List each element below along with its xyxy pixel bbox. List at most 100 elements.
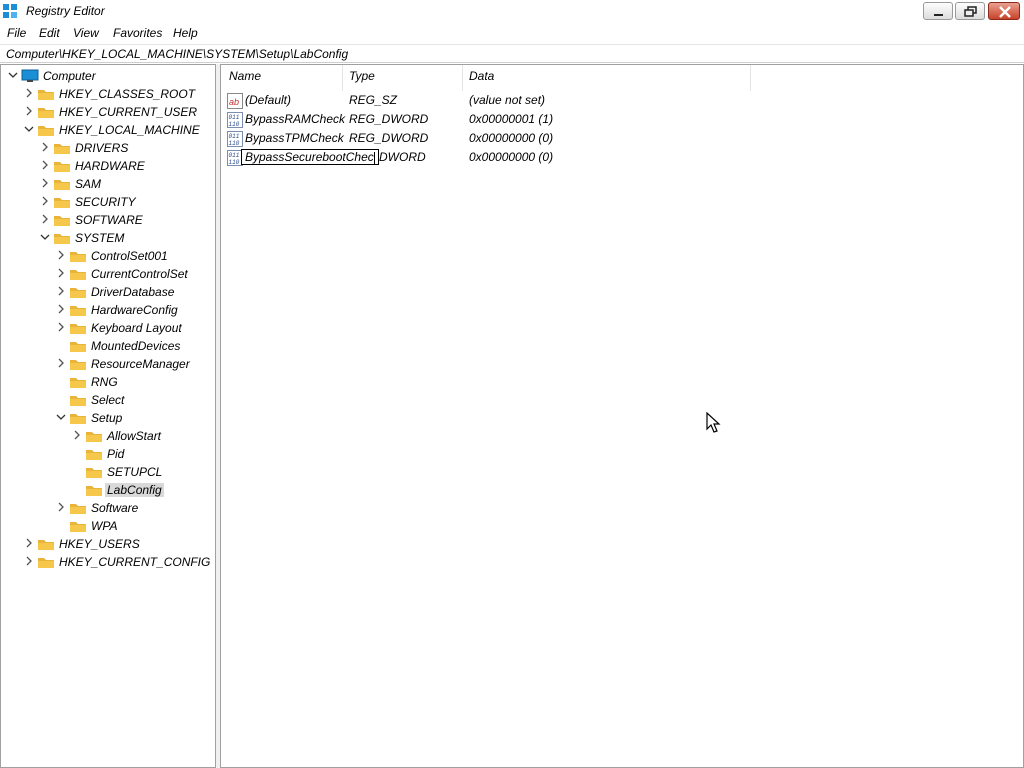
tree-node-select[interactable]: Select [1,391,215,409]
value-row[interactable]: 011 110 BypassTPMCheck REG_DWORD 0x00000… [221,129,821,148]
menu-help[interactable]: Help [173,26,198,40]
tree-node-system[interactable]: SYSTEM [1,229,201,247]
chevron-right-icon[interactable] [56,358,66,368]
tree-label: Software [91,501,139,515]
tree-node-hkey-current-user[interactable]: HKEY_CURRENT_USER [1,103,201,121]
folder-icon [86,450,102,460]
tree-label: HKEY_CURRENT_USER [59,105,198,119]
chevron-right-icon[interactable] [56,304,66,314]
folder-icon [54,144,70,154]
tree-label: HKEY_LOCAL_MACHINE [59,123,200,137]
value-row[interactable]: 011 110 BypassRAMCheck REG_DWORD 0x00000… [221,110,821,129]
value-data: 0x00000000 (0) [469,131,554,145]
value-name: (Default) [245,93,292,107]
chevron-right-icon[interactable] [40,196,50,206]
chevron-down-icon[interactable] [8,70,18,80]
chevron-down-icon[interactable] [24,124,34,134]
value-type: REG_SZ [349,93,398,107]
chevron-right-icon[interactable] [24,106,34,116]
tree-node-security[interactable]: SECURITY [1,193,201,211]
tree-node-hardwareconfig[interactable]: HardwareConfig [1,301,215,319]
tree-node-hkey-local-machine[interactable]: HKEY_LOCAL_MACHINE [1,121,201,139]
chevron-right-icon[interactable] [56,268,66,278]
tree-node-setupcl[interactable]: SETUPCL [1,463,215,481]
svg-text:011: 011 [229,133,240,140]
value-row-renaming[interactable]: 011 110 BypassSecurebootChec DWORD 0x000… [221,148,821,167]
restore-icon [964,6,977,17]
chevron-right-icon[interactable] [24,556,34,566]
column-divider[interactable] [342,65,343,91]
tree-node-pid[interactable]: Pid [1,445,215,463]
chevron-right-icon[interactable] [24,538,34,548]
column-divider[interactable] [462,65,463,91]
svg-text:110: 110 [229,121,240,128]
menu-file[interactable]: File [7,26,26,40]
chevron-down-icon[interactable] [40,232,50,242]
column-divider[interactable] [750,65,751,91]
menu-edit[interactable]: Edit [39,26,60,40]
chevron-right-icon[interactable] [56,502,66,512]
tree-node-rng[interactable]: RNG [1,373,215,391]
folder-icon [70,306,86,316]
chevron-right-icon[interactable] [40,178,50,188]
tree-node-software[interactable]: SOFTWARE [1,211,201,229]
tree-node-driverdatabase[interactable]: DriverDatabase [1,283,215,301]
tree-label: SYSTEM [75,231,125,245]
column-header-name[interactable]: Name [229,69,261,83]
column-header-data[interactable]: Data [469,69,494,83]
chevron-right-icon[interactable] [40,142,50,152]
chevron-right-icon[interactable] [72,430,82,440]
tree-node-setup[interactable]: Setup [1,409,215,427]
values-list[interactable]: Name Type Data ab (Default) REG_SZ (valu… [220,64,1024,768]
folder-icon [70,360,86,370]
tree-node-labconfig[interactable]: LabConfig [1,481,215,499]
tree-label: ControlSet001 [91,249,168,263]
column-header-type[interactable]: Type [349,69,375,83]
tree-label: Keyboard Layout [91,321,182,335]
tree-label: ResourceManager [91,357,190,371]
text-caret [373,151,375,164]
menu-view[interactable]: View [73,26,99,40]
tree-node-controlset001[interactable]: ControlSet001 [1,247,215,265]
folder-icon [38,108,54,118]
tree-node-sam[interactable]: SAM [1,175,201,193]
value-name: BypassTPMCheck [245,131,344,145]
rename-input[interactable]: BypassSecurebootChec [241,149,379,165]
tree-node-drivers[interactable]: DRIVERS [1,139,201,157]
tree-label: LabConfig [105,483,164,497]
tree-node-hardware[interactable]: HARDWARE [1,157,201,175]
tree-label: HardwareConfig [91,303,178,317]
tree-node-currentcontrolset[interactable]: CurrentControlSet [1,265,215,283]
chevron-right-icon[interactable] [24,88,34,98]
tree-node-keyboard-layout[interactable]: Keyboard Layout [1,319,215,337]
tree-node-hkey-classes-root[interactable]: HKEY_CLASSES_ROOT [1,85,201,103]
tree-node-computer[interactable]: Computer [1,67,201,85]
chevron-right-icon[interactable] [56,250,66,260]
menu-favorites[interactable]: Favorites [113,26,162,40]
tree-node-wpa[interactable]: WPA [1,517,215,535]
folder-icon [70,396,86,406]
mouse-pointer-icon [706,412,721,433]
restore-button[interactable] [955,2,985,20]
tree-label: Select [91,393,125,407]
minimize-button[interactable] [923,2,953,20]
folder-icon [70,270,86,280]
chevron-right-icon[interactable] [56,322,66,332]
tree-node-software-system[interactable]: Software [1,499,215,517]
chevron-right-icon[interactable] [56,286,66,296]
chevron-right-icon[interactable] [40,160,50,170]
chevron-right-icon[interactable] [40,214,50,224]
close-button[interactable] [988,2,1020,20]
tree-label: SOFTWARE [75,213,143,227]
key-tree[interactable]: Computer HKEY_CLASSES_ROOT HKEY_CURRENT_… [0,64,216,768]
folder-open-icon [86,486,102,496]
tree-node-mounteddevices[interactable]: MountedDevices [1,337,215,355]
address-bar[interactable]: Computer\HKEY_LOCAL_MACHINE\SYSTEM\Setup… [0,44,1024,63]
tree-node-hkey-current-config[interactable]: HKEY_CURRENT_CONFIG [1,553,210,571]
chevron-down-icon[interactable] [56,412,66,422]
tree-node-hkey-users[interactable]: HKEY_USERS [1,535,201,553]
tree-label: RNG [91,375,118,389]
value-row[interactable]: ab (Default) REG_SZ (value not set) [221,91,821,110]
tree-node-allowstart[interactable]: AllowStart [1,427,215,445]
tree-node-resourcemanager[interactable]: ResourceManager [1,355,215,373]
